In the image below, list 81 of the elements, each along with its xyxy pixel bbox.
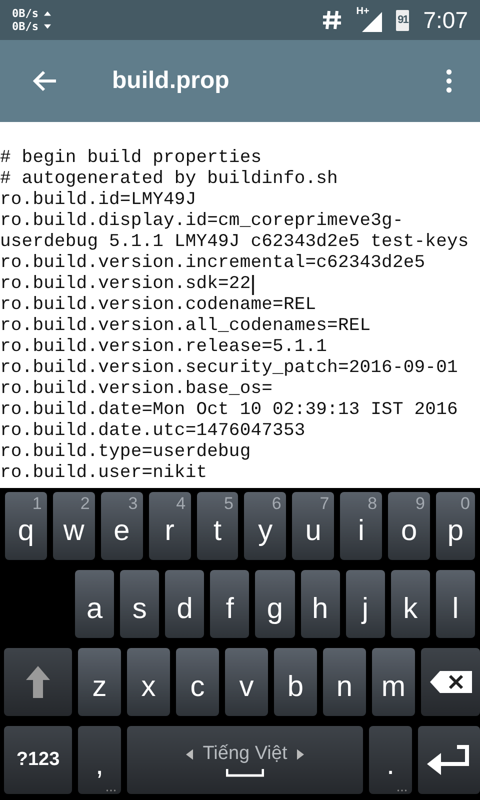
- language-label: Tiếng Việt: [202, 743, 288, 765]
- text-line: ro.build.date.utc=1476047353: [0, 421, 306, 442]
- text-line: ro.build.version.sdk=22: [0, 274, 251, 295]
- key[interactable]: n: [323, 648, 366, 716]
- symbols-key[interactable]: ?123: [4, 726, 72, 794]
- key[interactable]: l: [436, 570, 475, 638]
- key-hint: 2: [80, 494, 90, 514]
- text-line: ro.build.version.security_patch=2016-09-01: [0, 358, 458, 379]
- text-line: # begin build properties: [0, 148, 262, 169]
- space-icon: [226, 769, 264, 777]
- key-hint: 4: [176, 494, 186, 514]
- backspace-icon: [430, 671, 472, 693]
- download-arrow-icon: [44, 24, 50, 29]
- text-line: ro.build.version.all_codenames=REL: [0, 316, 371, 337]
- more-keys-icon: [397, 789, 407, 792]
- left-arrow-icon: [186, 748, 193, 760]
- text-line: ro.build.user=nikit: [0, 463, 208, 484]
- key-hint: 3: [128, 494, 138, 514]
- enter-arrow-icon: [427, 745, 471, 775]
- key-hint: 9: [416, 494, 426, 514]
- network-type: H+: [356, 6, 370, 17]
- key[interactable]: u 7: [292, 492, 334, 560]
- download-speed: 0B/s: [12, 20, 38, 33]
- key[interactable]: s: [120, 570, 160, 638]
- key[interactable]: f: [210, 570, 250, 638]
- key-hint: 0: [460, 494, 470, 514]
- backspace-key[interactable]: [421, 648, 480, 716]
- key[interactable]: b: [274, 648, 317, 716]
- back-arrow-icon: [32, 70, 58, 92]
- key-hint: 8: [368, 494, 378, 514]
- key[interactable]: y 6: [244, 492, 286, 560]
- more-options-icon: [446, 69, 452, 93]
- text-line: ro.build.version.base_os=: [0, 379, 273, 400]
- key-hint: 5: [224, 494, 234, 514]
- key[interactable]: h: [300, 570, 340, 638]
- key[interactable]: a: [75, 570, 114, 638]
- key-hint: 1: [32, 494, 42, 514]
- shift-key[interactable]: [4, 648, 72, 716]
- more-keys-icon: [106, 789, 116, 792]
- text-line: ro.build.version.incremental=c62343d2e5: [0, 253, 426, 274]
- window-title: build.prop: [112, 67, 230, 95]
- key[interactable]: z: [78, 648, 121, 716]
- key[interactable]: v: [225, 648, 268, 716]
- text-line: ro.build.type=userdebug: [0, 442, 251, 463]
- text-line: ro.build.version.codename=REL: [0, 295, 316, 316]
- text-line: ro.build.date=Mon Oct 10 02:39:13 IST 2016: [0, 400, 458, 421]
- key[interactable]: c: [176, 648, 219, 716]
- key[interactable]: x: [127, 648, 170, 716]
- key[interactable]: t 5: [196, 492, 238, 560]
- key[interactable]: k: [390, 570, 430, 638]
- key[interactable]: p 0: [436, 492, 475, 560]
- key[interactable]: w 2: [52, 492, 95, 560]
- key-hint: 7: [320, 494, 330, 514]
- key[interactable]: e 3: [100, 492, 143, 560]
- upload-speed: 0B/s: [12, 7, 38, 20]
- text-line: # autogenerated by buildinfo.sh: [0, 169, 338, 190]
- hash-icon: [322, 10, 342, 30]
- shift-arrow-icon: [25, 665, 51, 699]
- key[interactable]: .: [369, 726, 412, 794]
- text-line: ro.build.display.id=cm_coreprimeve3g-: [0, 211, 404, 232]
- key[interactable]: r 4: [148, 492, 191, 560]
- key[interactable]: m: [372, 648, 415, 716]
- key[interactable]: j: [346, 570, 385, 638]
- enter-key[interactable]: [418, 726, 480, 794]
- key[interactable]: d: [165, 570, 204, 638]
- text-line: ro.build.version.release=5.1.1: [0, 337, 328, 358]
- space-bar[interactable]: Tiếng Việt: [127, 726, 363, 794]
- signal-icon: [362, 12, 382, 32]
- upload-arrow-icon: [44, 11, 50, 16]
- right-arrow-icon: [297, 748, 304, 760]
- text-line: ro.build.id=LMY49J: [0, 190, 196, 211]
- key[interactable]: g: [255, 570, 295, 638]
- key[interactable]: ,: [78, 726, 121, 794]
- key[interactable]: o 9: [388, 492, 430, 560]
- battery-level: 91: [396, 10, 410, 30]
- clock: 7:07: [423, 6, 468, 34]
- key[interactable]: q 1: [5, 492, 47, 560]
- key-hint: 6: [272, 494, 282, 514]
- text-editor[interactable]: [0, 122, 480, 488]
- key[interactable]: i 8: [340, 492, 382, 560]
- text-line: userdebug 5.1.1 LMY49J c62343d2e5 test-keys: [0, 232, 469, 253]
